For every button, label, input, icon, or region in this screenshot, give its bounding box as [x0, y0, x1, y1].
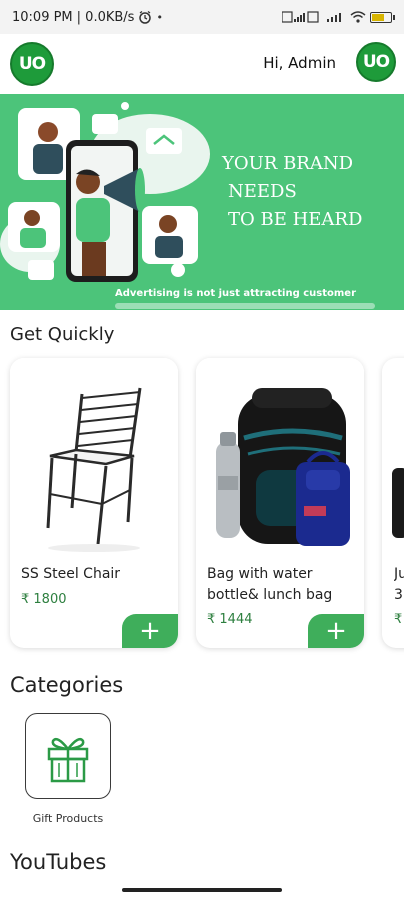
section-title-youtubes: YouTubes [10, 850, 107, 874]
logo-text: UO [18, 54, 46, 74]
chair-image [10, 358, 178, 558]
battery-icon [370, 11, 395, 23]
product-name: Bag with water bottle& lunch bag [207, 566, 333, 603]
banner-headline-line: YOUR BRAND [222, 153, 354, 174]
banner-headline-line: TO BE HEARD [228, 209, 363, 230]
product-name: SS Steel Chair [21, 566, 121, 582]
banner-caption: Advertising is not just attracting custo… [115, 288, 357, 299]
banner-subtext-blur [115, 303, 375, 309]
alarm-icon [139, 10, 152, 24]
product-price: ₹ 1800 [21, 592, 67, 607]
product-name-line: Ju [394, 566, 404, 582]
dot-icon: • [156, 10, 163, 24]
battery-level [372, 13, 384, 21]
section-title-categories: Categories [10, 673, 124, 697]
add-to-cart-button[interactable]: + [122, 614, 178, 648]
gift-box-icon [47, 738, 89, 783]
product-image-partial [392, 468, 404, 538]
product-card[interactable]: SS Steel Chair ₹ 1800 + [10, 358, 178, 648]
bag-bundle-image [196, 358, 364, 558]
signal-icon [282, 11, 319, 23]
status-time: 10:09 PM [12, 9, 73, 25]
gesture-navigation-bar[interactable] [122, 888, 282, 892]
category-label: Gift Products [32, 812, 104, 825]
product-card[interactable]: Bag with water bottle& lunch bag ₹ 1444 … [196, 358, 364, 648]
add-to-cart-button[interactable]: + [308, 614, 364, 648]
product-name-line: 3 [394, 587, 403, 603]
greeting-text: Hi, Admin [263, 54, 336, 72]
promo-banner[interactable]: YOUR BRAND NEEDS TO BE HEARD Advertising… [0, 94, 404, 310]
product-price: ₹ 1444 [207, 612, 253, 627]
product-name: Ju 3 [394, 564, 404, 606]
profile-avatar[interactable]: UO [356, 42, 396, 82]
section-title-get-quickly: Get Quickly [10, 324, 115, 345]
banner-headline: YOUR BRAND NEEDS TO BE HEARD [222, 150, 362, 234]
app-header: UO Hi, Admin UO [0, 34, 404, 94]
product-card[interactable]: Ju 3 ₹ [382, 358, 404, 648]
app-logo[interactable]: UO [10, 42, 54, 86]
wifi-icon [350, 11, 366, 23]
status-bar: 10:09 PM | 0.0KB/s • [0, 0, 404, 34]
status-network-speed: | 0.0KB/s [76, 9, 135, 25]
banner-illustration [0, 102, 210, 282]
avatar-text: UO [362, 52, 390, 72]
category-gift-products[interactable] [25, 713, 111, 799]
banner-headline-line: NEEDS [228, 181, 297, 202]
signal-icon-2 [327, 13, 341, 22]
product-price: ₹ [394, 612, 403, 627]
